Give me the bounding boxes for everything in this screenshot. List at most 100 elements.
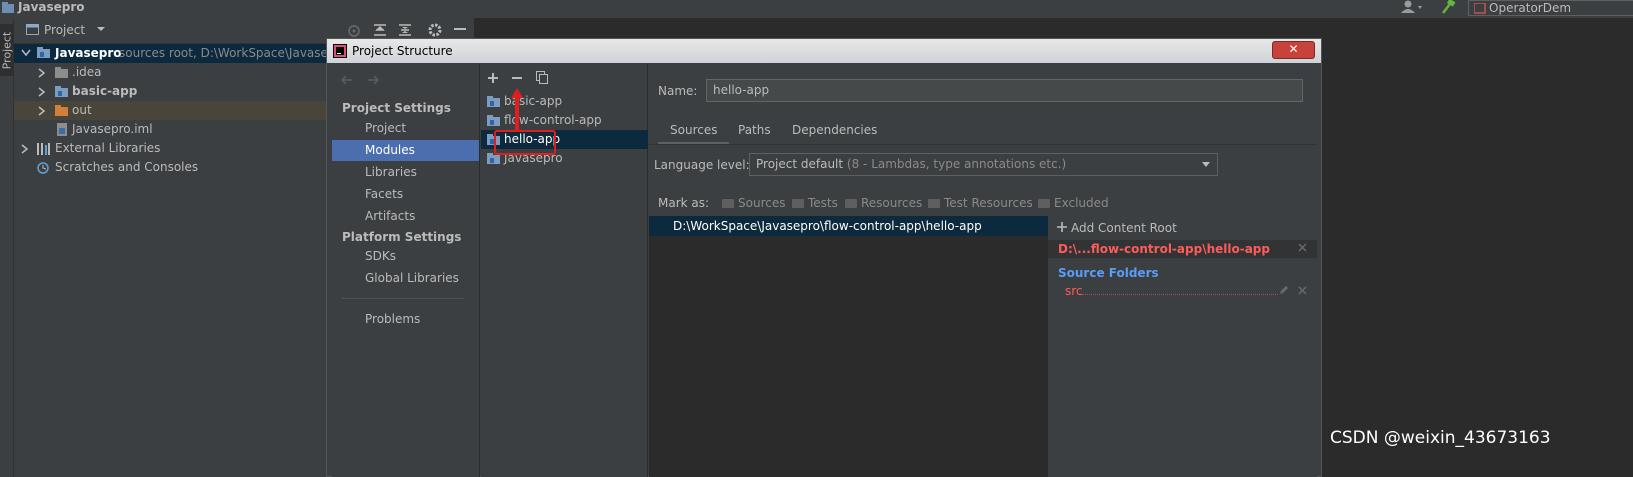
- nav-item-libraries[interactable]: Libraries: [332, 162, 479, 183]
- mark-as-excluded[interactable]: Excluded: [1038, 196, 1109, 210]
- dialog-title-bar[interactable]: Project Structure ✕: [327, 39, 1321, 63]
- tab-sources[interactable]: Sources: [658, 120, 730, 144]
- tool-window-strip: Project: [0, 18, 14, 477]
- language-level-select[interactable]: Project default (8 - Lambdas, type annot…: [749, 153, 1218, 176]
- module-folder-icon: [487, 96, 501, 108]
- iml-file-icon: [56, 123, 68, 136]
- add-icon[interactable]: [487, 72, 499, 84]
- expand-all-icon[interactable]: [373, 23, 387, 37]
- chevron-down-icon[interactable]: [96, 24, 106, 34]
- folder-icon: [792, 199, 804, 208]
- run-config-selector[interactable]: OperatorDem: [1468, 0, 1633, 16]
- folder-icon: [722, 199, 734, 208]
- content-root-short-path: D:\...flow-control-app\hello-app: [1058, 242, 1270, 256]
- nav-item-artifacts[interactable]: Artifacts: [332, 206, 479, 227]
- project-tool-tab[interactable]: Project: [0, 24, 14, 76]
- module-name-field[interactable]: hello-app: [706, 79, 1303, 102]
- mark-as-sources[interactable]: Sources: [722, 196, 785, 210]
- nav-item-facets[interactable]: Facets: [332, 184, 479, 205]
- close-icon[interactable]: [1298, 286, 1307, 295]
- folder-icon: [845, 199, 857, 208]
- mark-as-label-text: Sources: [738, 196, 786, 210]
- nav-item-modules[interactable]: Modules: [332, 140, 479, 161]
- folder-icon: [55, 67, 69, 79]
- copy-icon[interactable]: [536, 71, 549, 84]
- nav-item-global-libraries[interactable]: Global Libraries: [332, 268, 479, 289]
- nav-item-problems[interactable]: Problems: [332, 309, 479, 330]
- mark-as-label: Mark as:: [658, 196, 710, 210]
- remove-icon[interactable]: [511, 72, 523, 84]
- chevron-right-icon[interactable]: [38, 106, 46, 116]
- chevron-down-icon[interactable]: [21, 49, 31, 57]
- project-view-icon: [26, 24, 40, 36]
- module-row-flow-control-app[interactable]: flow-control-app: [481, 111, 648, 130]
- mark-as-label-text: Resources: [861, 196, 923, 210]
- nav-item-sdks[interactable]: SDKs: [332, 246, 479, 267]
- tab-dependencies[interactable]: Dependencies: [792, 120, 877, 144]
- excluded-folder-icon: [55, 105, 69, 117]
- gear-icon[interactable]: [427, 22, 443, 38]
- source-folder-entry[interactable]: src: [1065, 284, 1083, 298]
- mark-as-resources[interactable]: Resources: [845, 196, 922, 210]
- chevron-right-icon[interactable]: [38, 87, 46, 97]
- nav-divider: [342, 298, 464, 299]
- mark-as-label-text: Excluded: [1054, 196, 1109, 210]
- libraries-icon: [37, 142, 51, 155]
- project-tool-tab-label: Project: [0, 31, 14, 70]
- mark-as-tests[interactable]: Tests: [792, 196, 838, 210]
- module-row-basic-app[interactable]: basic-app: [481, 92, 648, 111]
- content-root-tree: [649, 216, 1048, 477]
- ide-title-bar: Javasepro OperatorDem: [0, 0, 1633, 18]
- nav-section-project-settings: Project Settings: [342, 101, 451, 115]
- module-folder-icon: [37, 47, 51, 59]
- collapse-all-icon[interactable]: [398, 23, 412, 37]
- plus-icon[interactable]: [1057, 222, 1067, 232]
- module-folder-icon: [55, 86, 69, 98]
- mark-as-label-text: Test Resources: [944, 196, 1033, 210]
- close-button[interactable]: ✕: [1272, 41, 1315, 59]
- edit-pencil-icon[interactable]: [1279, 285, 1289, 295]
- forward-arrow-icon[interactable]: [366, 74, 380, 86]
- back-arrow-icon[interactable]: [340, 74, 354, 86]
- chevron-down-icon[interactable]: [1201, 161, 1211, 169]
- nav-section-platform-settings: Platform Settings: [342, 230, 462, 244]
- module-folder-icon: [487, 115, 501, 127]
- language-level-value: Project default: [756, 157, 844, 171]
- annotation-arrow-icon: [510, 86, 524, 132]
- project-icon: [2, 2, 16, 14]
- mark-as-test-resources[interactable]: Test Resources: [928, 196, 1033, 210]
- source-folders-label: Source Folders: [1058, 266, 1159, 280]
- add-content-root-link[interactable]: Add Content Root: [1071, 221, 1177, 235]
- chevron-right-icon[interactable]: [38, 68, 46, 78]
- project-view-selector[interactable]: Project: [44, 23, 85, 37]
- chevron-right-icon[interactable]: [21, 144, 29, 154]
- tree-label: External Libraries: [55, 141, 161, 155]
- run-config-label: OperatorDem: [1489, 1, 1572, 15]
- user-icon[interactable]: [1400, 0, 1426, 16]
- minimize-icon[interactable]: [454, 28, 466, 32]
- tree-label: out: [72, 103, 92, 117]
- name-label: Name:: [658, 84, 698, 98]
- close-icon[interactable]: [1298, 243, 1307, 252]
- build-hammer-icon[interactable]: [1440, 0, 1456, 16]
- tree-label-suffix: sources root, D:\WorkSpace\Javasep: [119, 46, 336, 60]
- intellij-logo-icon: [333, 44, 347, 58]
- folder-icon: [928, 199, 940, 208]
- scratches-icon: [37, 161, 51, 175]
- tree-label: .idea: [72, 65, 102, 79]
- tree-label: Scratches and Consoles: [55, 160, 199, 174]
- nav-item-project[interactable]: Project: [332, 118, 479, 139]
- tab-divider: [649, 144, 1317, 145]
- tree-label: Javasepro.iml: [72, 122, 153, 136]
- watermark: CSDN @weixin_43673163: [1330, 428, 1551, 448]
- annotation-highlight-box: [494, 130, 556, 155]
- tab-paths[interactable]: Paths: [738, 120, 771, 144]
- folder-icon: [1038, 199, 1050, 208]
- dotted-leader: [1082, 294, 1278, 295]
- tree-label: basic-app: [72, 84, 138, 98]
- content-root-row[interactable]: D:\WorkSpace\Javasepro\flow-control-app\…: [649, 216, 1048, 236]
- tree-label: Javasepro: [55, 46, 122, 60]
- mark-as-label-text: Tests: [808, 196, 838, 210]
- dialog-title: Project Structure: [352, 44, 453, 58]
- locate-icon[interactable]: [347, 24, 361, 38]
